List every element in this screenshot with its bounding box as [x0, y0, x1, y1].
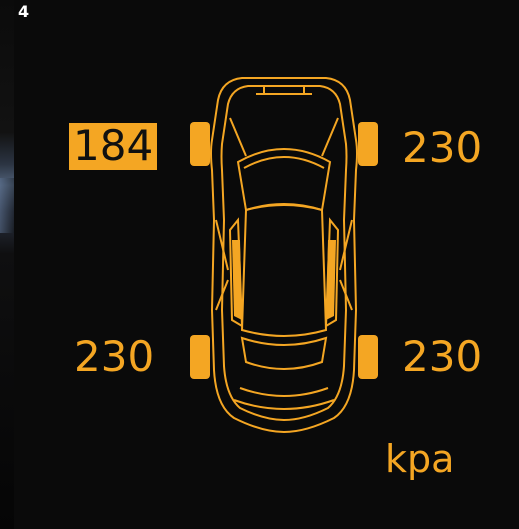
unit-label: kpa	[385, 437, 455, 481]
rear-left-pressure: 230	[74, 332, 155, 381]
rear-right-pressure: 230	[402, 332, 483, 381]
rear-window	[240, 336, 328, 370]
roof-outline	[240, 204, 328, 337]
front-left-tire-icon	[190, 122, 210, 166]
hood-line-right	[321, 117, 339, 157]
rear-bumper-line-2	[233, 399, 335, 410]
rear-left-tire-icon	[190, 335, 210, 379]
front-right-tire-icon	[358, 122, 378, 166]
front-right-pressure: 230	[402, 123, 483, 172]
background-photo-strip	[0, 0, 14, 529]
car-top-view-icon	[190, 77, 378, 434]
rear-right-tire-icon	[358, 335, 378, 379]
image-frame: 4 184 230 230 230 kpa	[0, 0, 519, 529]
left-door-strip	[232, 240, 242, 320]
tpms-display: 4 184 230 230 230 kpa	[14, 0, 519, 529]
rear-bumper-line	[239, 387, 329, 397]
right-door-strip	[326, 240, 336, 320]
front-grille-line	[263, 86, 305, 94]
front-left-pressure: 184	[69, 123, 158, 170]
windshield	[236, 148, 332, 212]
hood-line-left	[229, 117, 247, 157]
figure-number: 4	[18, 2, 30, 21]
windshield-inner	[243, 156, 325, 169]
